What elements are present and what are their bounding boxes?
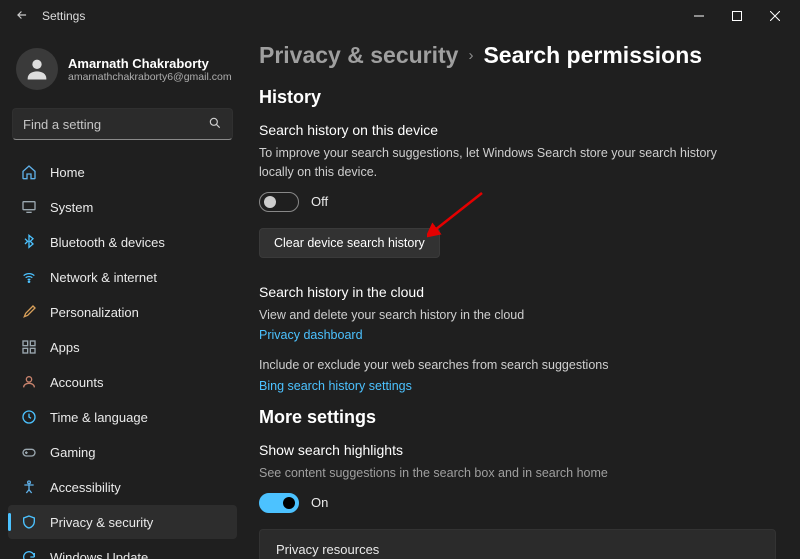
device-history-desc: To improve your search suggestions, let … (259, 144, 739, 182)
toggle-off-label: Off (311, 194, 328, 209)
cloud-history-title: Search history in the cloud (259, 284, 776, 300)
nav-label: Network & internet (50, 270, 157, 285)
nav-network[interactable]: Network & internet (8, 260, 237, 294)
bing-history-link[interactable]: Bing search history settings (259, 379, 776, 393)
privacy-resources-row[interactable]: Privacy resources (259, 529, 776, 559)
nav-system[interactable]: System (8, 190, 237, 224)
avatar (16, 48, 58, 90)
highlights-desc: See content suggestions in the search bo… (259, 464, 739, 483)
nav-privacy[interactable]: Privacy & security (8, 505, 237, 539)
close-button[interactable] (756, 2, 794, 30)
profile-name: Amarnath Chakraborty (68, 56, 232, 71)
nav-label: Personalization (50, 305, 139, 320)
breadcrumb: Privacy & security › Search permissions (259, 42, 776, 69)
sidebar: Amarnath Chakraborty amarnathchakraborty… (0, 32, 245, 559)
privacy-resources-label: Privacy resources (276, 542, 379, 557)
nav-accounts[interactable]: Accounts (8, 365, 237, 399)
titlebar: Settings (0, 0, 800, 32)
apps-icon (20, 338, 38, 356)
search-icon (208, 116, 222, 133)
nav-gaming[interactable]: Gaming (8, 435, 237, 469)
nav-update[interactable]: Windows Update (8, 540, 237, 559)
nav-personalization[interactable]: Personalization (8, 295, 237, 329)
nav-label: Home (50, 165, 85, 180)
profile-block[interactable]: Amarnath Chakraborty amarnathchakraborty… (6, 40, 239, 104)
nav-list: Home System Bluetooth & devices Network … (6, 154, 239, 559)
update-icon (20, 548, 38, 559)
system-icon (20, 198, 38, 216)
nav-label: Bluetooth & devices (50, 235, 165, 250)
content-area: Privacy & security › Search permissions … (245, 32, 800, 559)
bluetooth-icon (20, 233, 38, 251)
wifi-icon (20, 268, 38, 286)
minimize-button[interactable] (680, 2, 718, 30)
accessibility-icon (20, 478, 38, 496)
profile-email: amarnathchakraborty6@gmail.com (68, 71, 232, 83)
cloud-history-desc: View and delete your search history in t… (259, 306, 739, 325)
nav-label: System (50, 200, 93, 215)
gaming-icon (20, 443, 38, 461)
accounts-icon (20, 373, 38, 391)
page-title: Search permissions (483, 42, 702, 69)
search-box[interactable] (12, 108, 233, 140)
nav-label: Accessibility (50, 480, 121, 495)
back-button[interactable] (6, 8, 38, 25)
privacy-dashboard-link[interactable]: Privacy dashboard (259, 328, 776, 342)
nav-apps[interactable]: Apps (8, 330, 237, 364)
clock-icon (20, 408, 38, 426)
device-history-toggle[interactable] (259, 192, 299, 212)
include-exclude-desc: Include or exclude your web searches fro… (259, 356, 739, 375)
section-more: More settings (259, 407, 776, 428)
nav-bluetooth[interactable]: Bluetooth & devices (8, 225, 237, 259)
brush-icon (20, 303, 38, 321)
nav-label: Accounts (50, 375, 103, 390)
highlights-toggle[interactable] (259, 493, 299, 513)
nav-label: Gaming (50, 445, 96, 460)
nav-label: Time & language (50, 410, 148, 425)
nav-home[interactable]: Home (8, 155, 237, 189)
device-history-title: Search history on this device (259, 122, 776, 138)
highlights-title: Show search highlights (259, 442, 776, 458)
nav-accessibility[interactable]: Accessibility (8, 470, 237, 504)
home-icon (20, 163, 38, 181)
chevron-right-icon: › (468, 47, 473, 64)
section-history: History (259, 87, 776, 108)
shield-icon (20, 513, 38, 531)
toggle-on-label: On (311, 495, 328, 510)
nav-label: Apps (50, 340, 80, 355)
nav-label: Privacy & security (50, 515, 153, 530)
clear-history-button[interactable]: Clear device search history (259, 228, 440, 258)
breadcrumb-parent[interactable]: Privacy & security (259, 42, 458, 69)
window-title: Settings (42, 9, 85, 23)
nav-label: Windows Update (50, 550, 148, 559)
search-input[interactable] (23, 117, 208, 132)
nav-time[interactable]: Time & language (8, 400, 237, 434)
maximize-button[interactable] (718, 2, 756, 30)
